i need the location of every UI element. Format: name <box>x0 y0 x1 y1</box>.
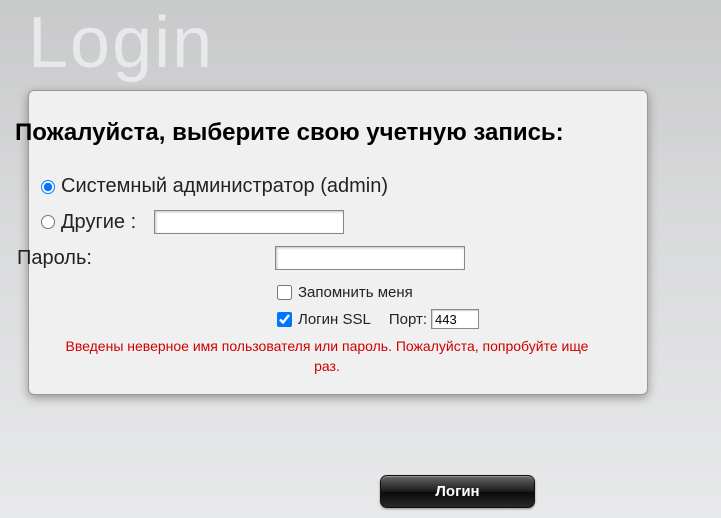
account-admin-radio[interactable] <box>41 180 55 194</box>
page-title: Login <box>28 2 214 84</box>
login-panel: Пожалуйста, выберите свою учетную запись… <box>28 90 648 395</box>
port-input[interactable] <box>431 309 479 329</box>
remember-row: Запомнить меня <box>277 284 625 301</box>
ssl-row: Логин SSL Порт: <box>277 309 625 329</box>
ssl-label: Логин SSL <box>298 311 371 328</box>
account-other-row: Другие : <box>41 210 625 234</box>
account-admin-row: Системный администратор (admin) <box>41 175 625 198</box>
ssl-checkbox[interactable] <box>277 312 292 327</box>
account-other-radio[interactable] <box>41 215 55 229</box>
account-admin-label: Системный администратор (admin) <box>61 175 388 198</box>
password-label: Пароль: <box>17 247 275 270</box>
remember-label: Запомнить меня <box>298 284 413 301</box>
password-row: Пароль: <box>17 246 625 270</box>
password-input[interactable] <box>275 246 465 270</box>
port-label: Порт: <box>389 311 427 328</box>
account-other-input[interactable] <box>154 210 344 234</box>
error-message: Введены неверное имя пользователя или па… <box>59 337 595 376</box>
account-other-label: Другие : <box>61 211 136 234</box>
login-button[interactable]: Логин <box>380 475 535 508</box>
remember-checkbox[interactable] <box>277 285 292 300</box>
panel-heading: Пожалуйста, выберите свою учетную запись… <box>15 119 625 147</box>
